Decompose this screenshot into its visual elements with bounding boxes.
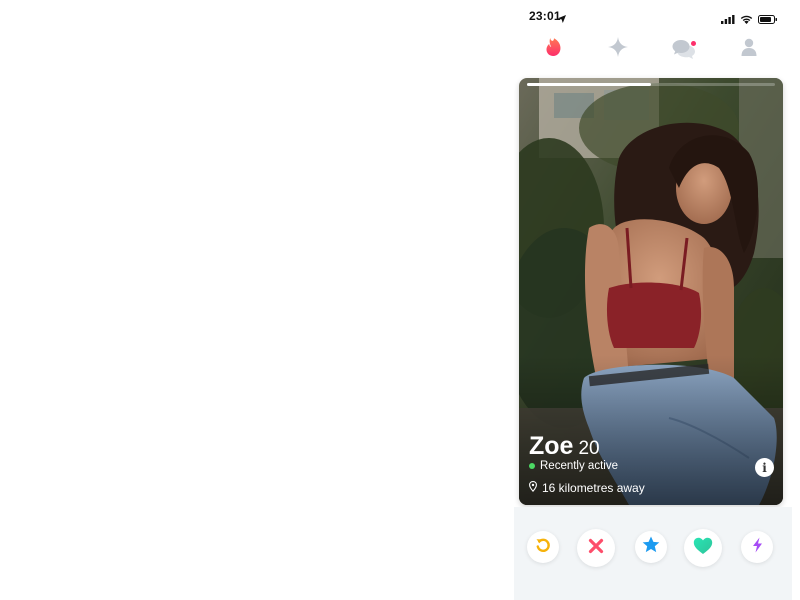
distance-info: 16 kilometres away bbox=[529, 481, 645, 495]
boost-button[interactable] bbox=[741, 531, 773, 563]
wifi-icon bbox=[740, 11, 753, 29]
activity-status: Recently active bbox=[529, 460, 618, 472]
distance-text: 16 kilometres away bbox=[542, 481, 645, 495]
person-icon bbox=[741, 38, 757, 61]
photo-progress-fill bbox=[527, 83, 651, 86]
notification-dot bbox=[691, 41, 696, 46]
photo-progress-track bbox=[527, 83, 775, 86]
heart-icon bbox=[693, 537, 713, 560]
star-icon bbox=[642, 536, 660, 558]
rewind-icon bbox=[535, 537, 551, 558]
chat-bubbles-icon bbox=[672, 39, 696, 59]
profile-age: 20 bbox=[578, 438, 600, 459]
battery-icon bbox=[758, 11, 778, 29]
nav-profile[interactable] bbox=[737, 37, 761, 61]
action-bar bbox=[514, 507, 792, 600]
status-time: 23:01 bbox=[529, 9, 561, 23]
nav-discover[interactable] bbox=[541, 37, 565, 61]
lightning-icon bbox=[752, 537, 763, 558]
profile-name: Zoe bbox=[529, 432, 574, 460]
phone-screen: 23:01 Zoe 20 Recently active 16 kilometr… bbox=[514, 0, 792, 600]
profile-name-line: Zoe 20 bbox=[529, 432, 600, 461]
active-dot-icon bbox=[529, 463, 535, 469]
flame-icon bbox=[545, 37, 562, 62]
super-like-button[interactable] bbox=[635, 531, 667, 563]
location-arrow-icon bbox=[558, 10, 566, 28]
location-pin-icon bbox=[529, 481, 537, 495]
status-bar: 23:01 bbox=[514, 0, 792, 30]
info-button[interactable]: i bbox=[755, 458, 774, 477]
close-icon bbox=[588, 538, 604, 559]
top-navigation bbox=[514, 32, 792, 66]
nope-button[interactable] bbox=[577, 529, 615, 567]
signal-icon bbox=[721, 11, 735, 29]
status-icons bbox=[721, 11, 778, 29]
activity-text: Recently active bbox=[540, 460, 618, 472]
nav-explore[interactable] bbox=[606, 36, 630, 62]
rewind-button[interactable] bbox=[527, 531, 559, 563]
sparkle-icon bbox=[608, 36, 628, 62]
profile-card[interactable]: Zoe 20 Recently active 16 kilometres away… bbox=[519, 78, 783, 505]
like-button[interactable] bbox=[684, 529, 722, 567]
nav-messages[interactable] bbox=[672, 37, 696, 61]
